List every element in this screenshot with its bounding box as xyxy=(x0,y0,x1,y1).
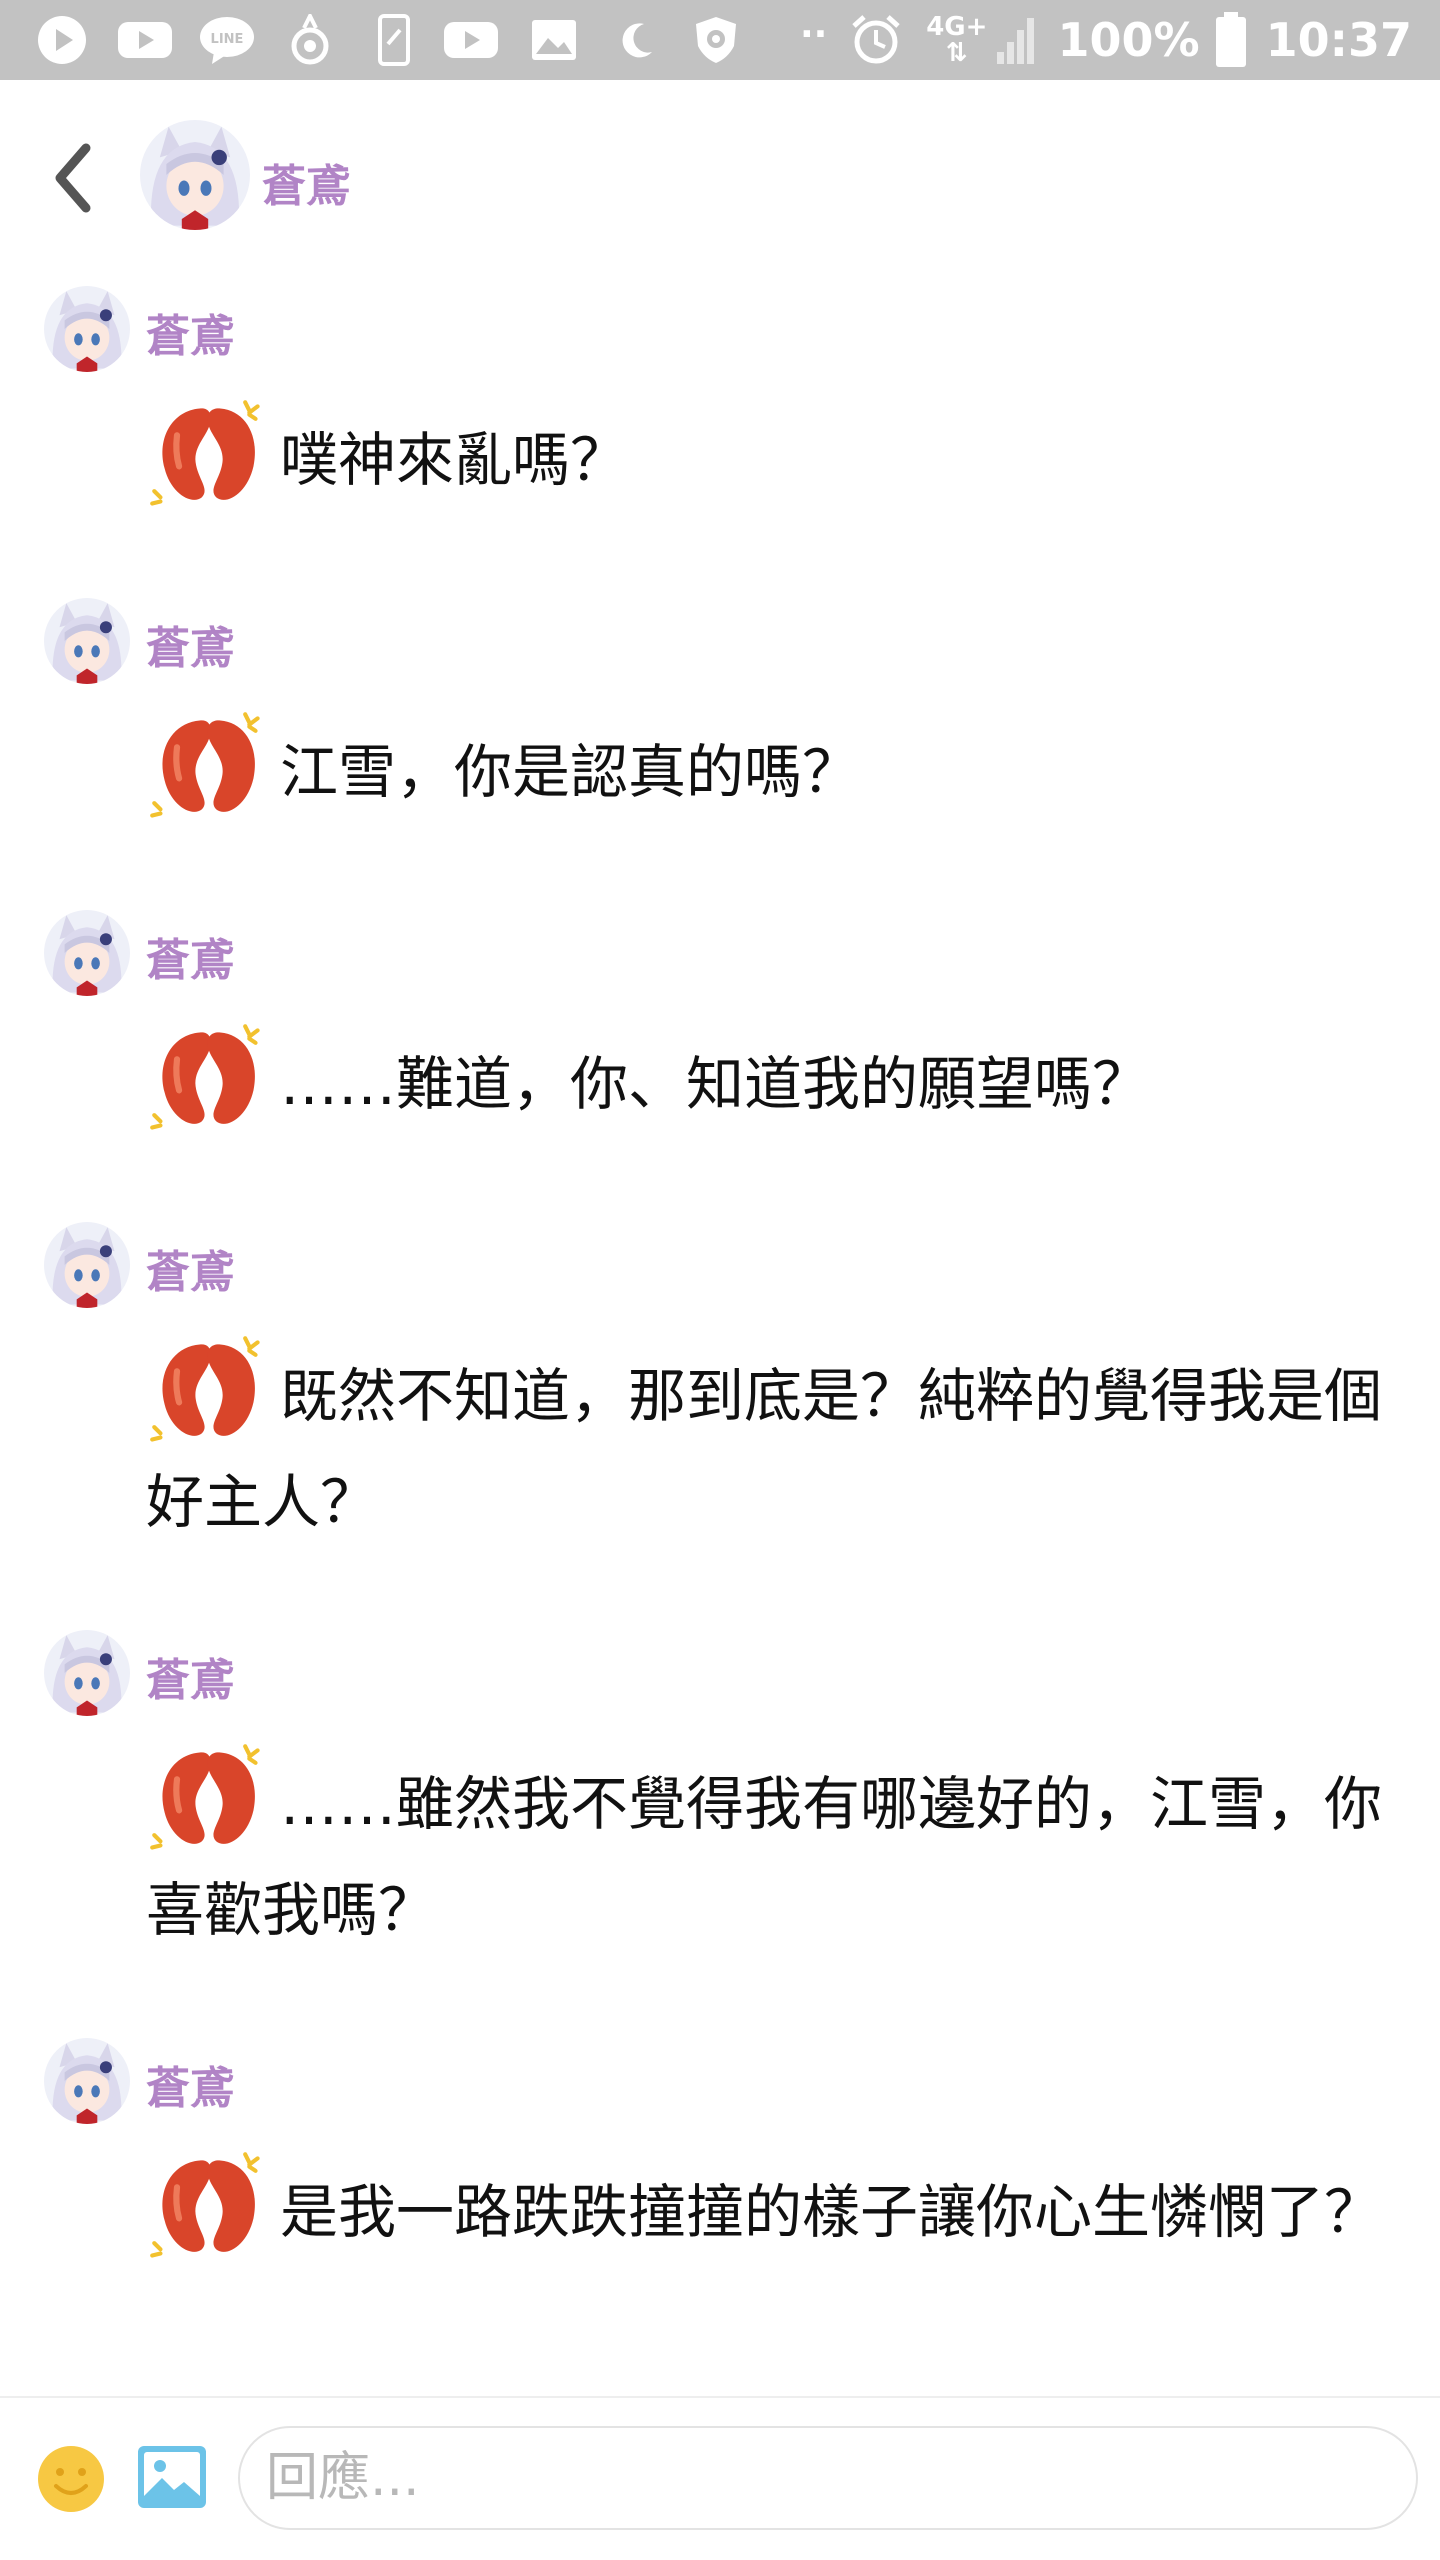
kidney-sticker-icon xyxy=(150,400,260,506)
anime-avatar-icon xyxy=(44,2038,130,2124)
moon-icon xyxy=(622,23,652,58)
sender-name[interactable]: 蒼鳶 xyxy=(146,1236,234,1300)
avatar[interactable] xyxy=(44,598,130,684)
line-icon: LINE xyxy=(200,17,254,64)
kidney-sticker-icon xyxy=(150,1336,260,1442)
composer-divider xyxy=(0,2396,1440,2398)
message-content: 是我一路跌跌撞撞的樣子讓你心生憐憫了？ xyxy=(280,2178,1383,2246)
kidney-sticker-icon xyxy=(150,1024,260,1130)
avatar[interactable] xyxy=(44,910,130,996)
kidney-sticker-icon xyxy=(150,1744,260,1850)
avatar[interactable] xyxy=(140,120,250,230)
more-notifications-indicator: ·· xyxy=(800,14,828,55)
anime-avatar-icon xyxy=(44,910,130,996)
reply-input[interactable] xyxy=(238,2426,1418,2530)
battery-icon xyxy=(1215,12,1246,67)
status-bar: LINE ·· 4G+ ⇅ 100% 10:37 xyxy=(0,0,1440,80)
avatar[interactable] xyxy=(44,2038,130,2124)
phone-icon xyxy=(378,14,410,66)
message-content: 既然不知道，那到底是？純粹的覺得我是個好主人？ xyxy=(146,1362,1383,1536)
alarm-icon xyxy=(852,15,900,64)
sender-name[interactable]: 蒼鳶 xyxy=(146,2052,234,2116)
message-text: 是我一路跌跌撞撞的樣子讓你心生憐憫了？ xyxy=(146,2146,1396,2270)
youtube-icon xyxy=(444,22,498,58)
avatar[interactable] xyxy=(44,286,130,372)
anime-avatar-icon xyxy=(44,1630,130,1716)
anime-avatar-icon xyxy=(44,286,130,372)
message-content: ……雖然我不覺得我有哪邊好的，江雪，你喜歡我嗎？ xyxy=(146,1770,1383,1944)
image-icon[interactable] xyxy=(136,2444,208,2510)
message-text: ……雖然我不覺得我有哪邊好的，江雪，你喜歡我嗎？ xyxy=(146,1738,1396,1958)
avatar[interactable] xyxy=(44,1222,130,1308)
gallery-icon xyxy=(532,20,576,60)
data-arrows-icon: ⇅ xyxy=(945,38,968,68)
sender-name[interactable]: 蒼鳶 xyxy=(146,612,234,676)
message-text: 噗神來亂嗎？ xyxy=(146,394,1396,518)
sender-name[interactable]: 蒼鳶 xyxy=(146,924,234,988)
message-text: ……難道，你、知道我的願望嗎？ xyxy=(146,1018,1396,1142)
sender-name[interactable]: 蒼鳶 xyxy=(146,300,234,364)
chat-header: 蒼鳶 xyxy=(0,80,1440,276)
avatar[interactable] xyxy=(44,1630,130,1716)
play-icon xyxy=(38,16,86,64)
status-right-group: 4G+ ⇅ 100% 10:37 xyxy=(850,0,1412,80)
message-content: 江雪，你是認真的嗎？ xyxy=(280,738,861,806)
message-content: 噗神來亂嗎？ xyxy=(280,426,629,494)
pokemon-icon xyxy=(291,14,329,65)
page-title[interactable]: 蒼鳶 xyxy=(262,150,350,214)
network-indicator: 4G+ ⇅ xyxy=(926,14,987,66)
shield-icon xyxy=(696,17,736,63)
chevron-left-icon[interactable] xyxy=(48,140,98,216)
clock: 10:37 xyxy=(1265,13,1412,67)
message-text: 江雪，你是認真的嗎？ xyxy=(146,706,1396,830)
anime-avatar-icon xyxy=(44,1222,130,1308)
smiley-icon[interactable] xyxy=(36,2444,106,2514)
youtube-icon xyxy=(118,22,172,58)
anime-avatar-icon xyxy=(140,120,250,230)
message-text: 既然不知道，那到底是？純粹的覺得我是個好主人？ xyxy=(146,1330,1396,1550)
sender-name[interactable]: 蒼鳶 xyxy=(146,1644,234,1708)
message-content: ……難道，你、知道我的願望嗎？ xyxy=(280,1050,1151,1118)
kidney-sticker-icon xyxy=(150,2152,260,2258)
battery-percentage: 100% xyxy=(1057,13,1200,67)
signal-icon xyxy=(997,18,1035,64)
network-type-label: 4G+ xyxy=(926,12,988,42)
kidney-sticker-icon xyxy=(150,712,260,818)
svg-text:LINE: LINE xyxy=(211,32,244,47)
anime-avatar-icon xyxy=(44,598,130,684)
